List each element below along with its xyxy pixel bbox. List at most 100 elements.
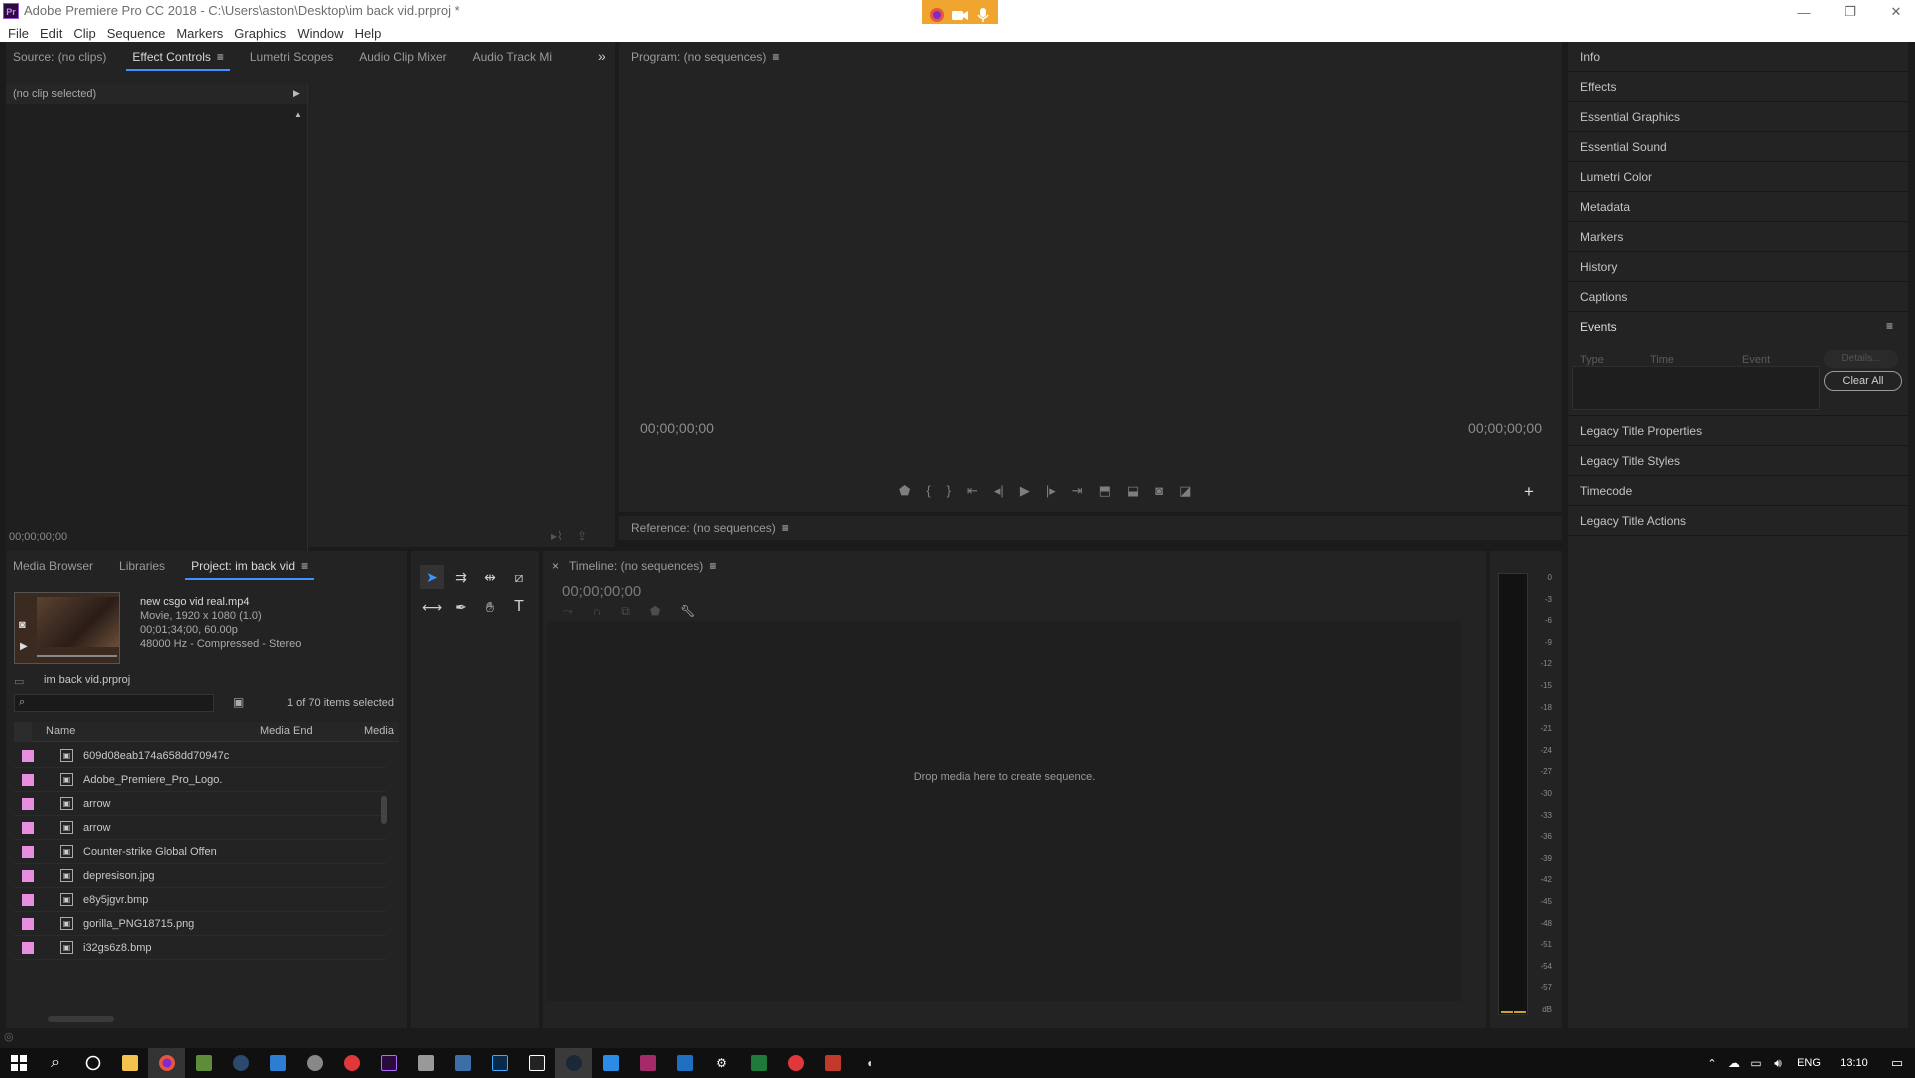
new-bin-from-search-icon[interactable]: ▣: [233, 695, 244, 709]
label-swatch[interactable]: [22, 749, 34, 762]
settings-icon[interactable]: ⚙︎: [703, 1048, 740, 1078]
label-swatch[interactable]: [22, 869, 34, 882]
play-triangle-icon[interactable]: ▶: [293, 88, 300, 99]
obs-icon[interactable]: [518, 1048, 555, 1078]
clear-all-button[interactable]: Clear All: [1824, 371, 1902, 391]
game-icon[interactable]: [740, 1048, 777, 1078]
panel-markers[interactable]: Markers: [1568, 222, 1908, 252]
menu-icon[interactable]: ≡: [1886, 319, 1893, 333]
label-swatch[interactable]: [22, 893, 34, 906]
step-back-icon[interactable]: ◂|: [994, 483, 1004, 499]
button-editor-plus-icon[interactable]: +: [1524, 482, 1534, 502]
cortana-icon[interactable]: [74, 1048, 111, 1078]
panel-essential-graphics[interactable]: Essential Graphics: [1568, 102, 1908, 132]
panel-legacy-title-actions[interactable]: Legacy Title Actions: [1568, 506, 1908, 536]
type-tool-icon[interactable]: T: [507, 595, 531, 619]
linked-selection-icon[interactable]: ⧉: [621, 604, 630, 619]
lift-icon[interactable]: ⬒: [1099, 483, 1111, 499]
menu-markers[interactable]: Markers: [176, 26, 223, 41]
recorder-app-icon[interactable]: [777, 1048, 814, 1078]
recorder-icon[interactable]: [333, 1048, 370, 1078]
close-tab-icon[interactable]: ×: [552, 559, 559, 573]
volume-icon[interactable]: 🔊︎: [1767, 1048, 1789, 1078]
network-icon[interactable]: ▭: [1745, 1048, 1767, 1078]
panel-timecode[interactable]: Timecode: [1568, 476, 1908, 506]
firefox-icon[interactable]: [148, 1048, 185, 1078]
menu-icon[interactable]: ≡: [217, 50, 224, 64]
tab-effect-controls[interactable]: Effect Controls ≡: [126, 50, 230, 71]
steam-running-icon[interactable]: [555, 1048, 592, 1078]
filter-icon[interactable]: ▸⌇: [551, 529, 563, 543]
list-item[interactable]: ▣ Counter-strike Global Offen: [14, 840, 386, 864]
steam-icon[interactable]: [222, 1048, 259, 1078]
menu-window[interactable]: Window: [297, 26, 343, 41]
photos-icon[interactable]: [592, 1048, 629, 1078]
slip-tool-icon[interactable]: ⟷: [420, 595, 444, 619]
export-frame-icon[interactable]: ◙: [1155, 483, 1163, 499]
menu-icon[interactable]: ≡: [301, 559, 308, 573]
winrar-icon[interactable]: [629, 1048, 666, 1078]
media-player-icon[interactable]: [444, 1048, 481, 1078]
windows-start-icon[interactable]: [0, 1048, 37, 1078]
go-to-in-icon[interactable]: ⇤: [967, 483, 978, 499]
snap-icon[interactable]: ∩: [593, 604, 602, 619]
mail-icon[interactable]: [259, 1048, 296, 1078]
label-column-header[interactable]: [14, 722, 32, 742]
timeline-track-area[interactable]: Drop media here to create sequence.: [547, 621, 1462, 1001]
menu-sequence[interactable]: Sequence: [107, 26, 166, 41]
details-button[interactable]: Details...: [1824, 350, 1898, 368]
thumbnail-scrubber[interactable]: [37, 655, 117, 657]
notifications-icon[interactable]: ▭: [1879, 1048, 1915, 1078]
camera-icon[interactable]: [950, 5, 970, 25]
export-icon[interactable]: ⇪: [577, 529, 587, 543]
program-timecode-left[interactable]: 00;00;00;00: [640, 420, 714, 436]
search-input[interactable]: ⌕: [14, 694, 214, 712]
nest-icon[interactable]: ⤳: [563, 604, 573, 619]
menu-help[interactable]: Help: [355, 26, 382, 41]
label-swatch[interactable]: [22, 845, 34, 858]
premiere-icon[interactable]: [370, 1048, 407, 1078]
minecraft-icon[interactable]: [185, 1048, 222, 1078]
track-select-tool-icon[interactable]: ⇉: [449, 565, 473, 589]
comparison-view-icon[interactable]: ◪: [1179, 483, 1191, 499]
tab-media-browser[interactable]: Media Browser: [7, 559, 99, 573]
panel-overflow-icon[interactable]: »: [598, 48, 606, 64]
selection-tool-icon[interactable]: ➤: [420, 565, 444, 589]
col-media-end[interactable]: Media End: [260, 725, 313, 737]
list-item[interactable]: ▣ i32gs6z8.bmp: [14, 936, 386, 960]
store-icon[interactable]: [407, 1048, 444, 1078]
search-icon[interactable]: ⌕: [37, 1048, 74, 1078]
menu-graphics[interactable]: Graphics: [234, 26, 286, 41]
menu-icon[interactable]: ≡: [709, 559, 716, 573]
wrench-icon[interactable]: 🔧︎: [680, 604, 695, 619]
speaker-app-icon[interactable]: ◖: [851, 1048, 888, 1078]
clock[interactable]: 13:10: [1829, 1048, 1879, 1078]
vertical-scrollbar[interactable]: [381, 796, 387, 824]
close-window-button[interactable]: ✕: [1873, 0, 1915, 24]
mark-out-icon[interactable]: }: [947, 483, 951, 499]
panel-info[interactable]: Info: [1568, 42, 1908, 72]
menu-icon[interactable]: ≡: [772, 50, 779, 64]
add-marker-icon[interactable]: ⬟: [899, 483, 910, 499]
discord-icon[interactable]: [296, 1048, 333, 1078]
label-swatch[interactable]: [22, 917, 34, 930]
minimize-button[interactable]: —: [1781, 0, 1827, 24]
play-icon[interactable]: ▶: [1020, 483, 1030, 499]
tab-audio-track-mixer[interactable]: Audio Track Mi: [467, 50, 558, 64]
panel-captions[interactable]: Captions: [1568, 282, 1908, 312]
panel-history[interactable]: History: [1568, 252, 1908, 282]
language-indicator[interactable]: ENG: [1789, 1048, 1829, 1078]
step-forward-icon[interactable]: |▸: [1046, 483, 1056, 499]
panel-effects[interactable]: Effects: [1568, 72, 1908, 102]
extract-icon[interactable]: ⬓: [1127, 483, 1139, 499]
list-item[interactable]: ▣ 609d08eab174a658dd70947c: [14, 744, 386, 768]
panel-metadata[interactable]: Metadata: [1568, 192, 1908, 222]
restore-button[interactable]: ❐: [1827, 0, 1873, 24]
clip-thumbnail[interactable]: ◙ ▶: [14, 592, 120, 664]
list-item[interactable]: ▣ depresison.jpg: [14, 864, 386, 888]
tab-lumetri-scopes[interactable]: Lumetri Scopes: [244, 50, 339, 64]
menu-edit[interactable]: Edit: [40, 26, 62, 41]
list-item[interactable]: ▣ e8y5jgvr.bmp: [14, 888, 386, 912]
menu-file[interactable]: File: [8, 26, 29, 41]
microphone-icon[interactable]: [973, 5, 993, 25]
